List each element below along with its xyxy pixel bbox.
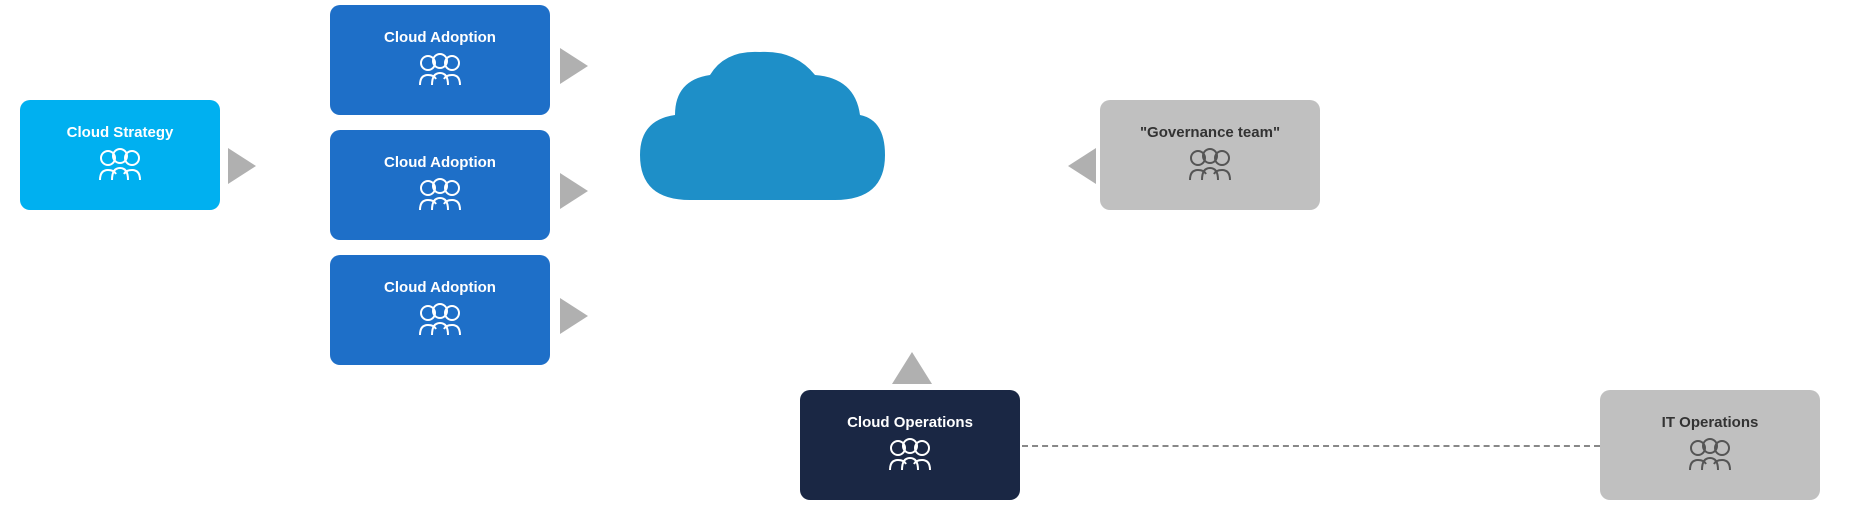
arrow-governance-to-cloud [1068,148,1096,184]
cloud-graphic [620,20,920,300]
strategy-icon [98,148,142,187]
operations-label: Cloud Operations [847,414,973,432]
diagram-container: Cloud Strategy Cloud Adoption [0,0,1855,521]
it-ops-icon [1688,438,1732,477]
cloud-strategy-box: Cloud Strategy [20,100,220,210]
dashed-line-ops-to-it [1022,445,1600,447]
adoption2-label: Cloud Adoption [384,154,496,172]
it-operations-box: IT Operations [1600,390,1820,500]
cloud-adoption-box-1: Cloud Adoption [330,5,550,115]
governance-team-box: "Governance team" [1100,100,1320,210]
adoption3-icon [418,303,462,342]
it-ops-label: IT Operations [1662,414,1759,432]
governance-label: "Governance team" [1140,124,1280,142]
arrow-adoption1-to-cloud [560,48,588,84]
cloud-adoption-box-2: Cloud Adoption [330,130,550,240]
adoption2-icon [418,178,462,217]
adoption1-label: Cloud Adoption [384,29,496,47]
arrow-operations-to-cloud [892,352,932,384]
arrow-strategy-to-adoption [228,148,256,184]
cloud-adoption-box-3: Cloud Adoption [330,255,550,365]
arrow-adoption2-to-cloud [560,173,588,209]
operations-icon [888,438,932,477]
adoption1-icon [418,53,462,92]
cloud-operations-box: Cloud Operations [800,390,1020,500]
governance-icon [1188,148,1232,187]
strategy-label: Cloud Strategy [67,124,174,142]
cloud-svg [620,20,900,260]
adoption3-label: Cloud Adoption [384,279,496,297]
arrow-adoption3-to-cloud [560,298,588,334]
